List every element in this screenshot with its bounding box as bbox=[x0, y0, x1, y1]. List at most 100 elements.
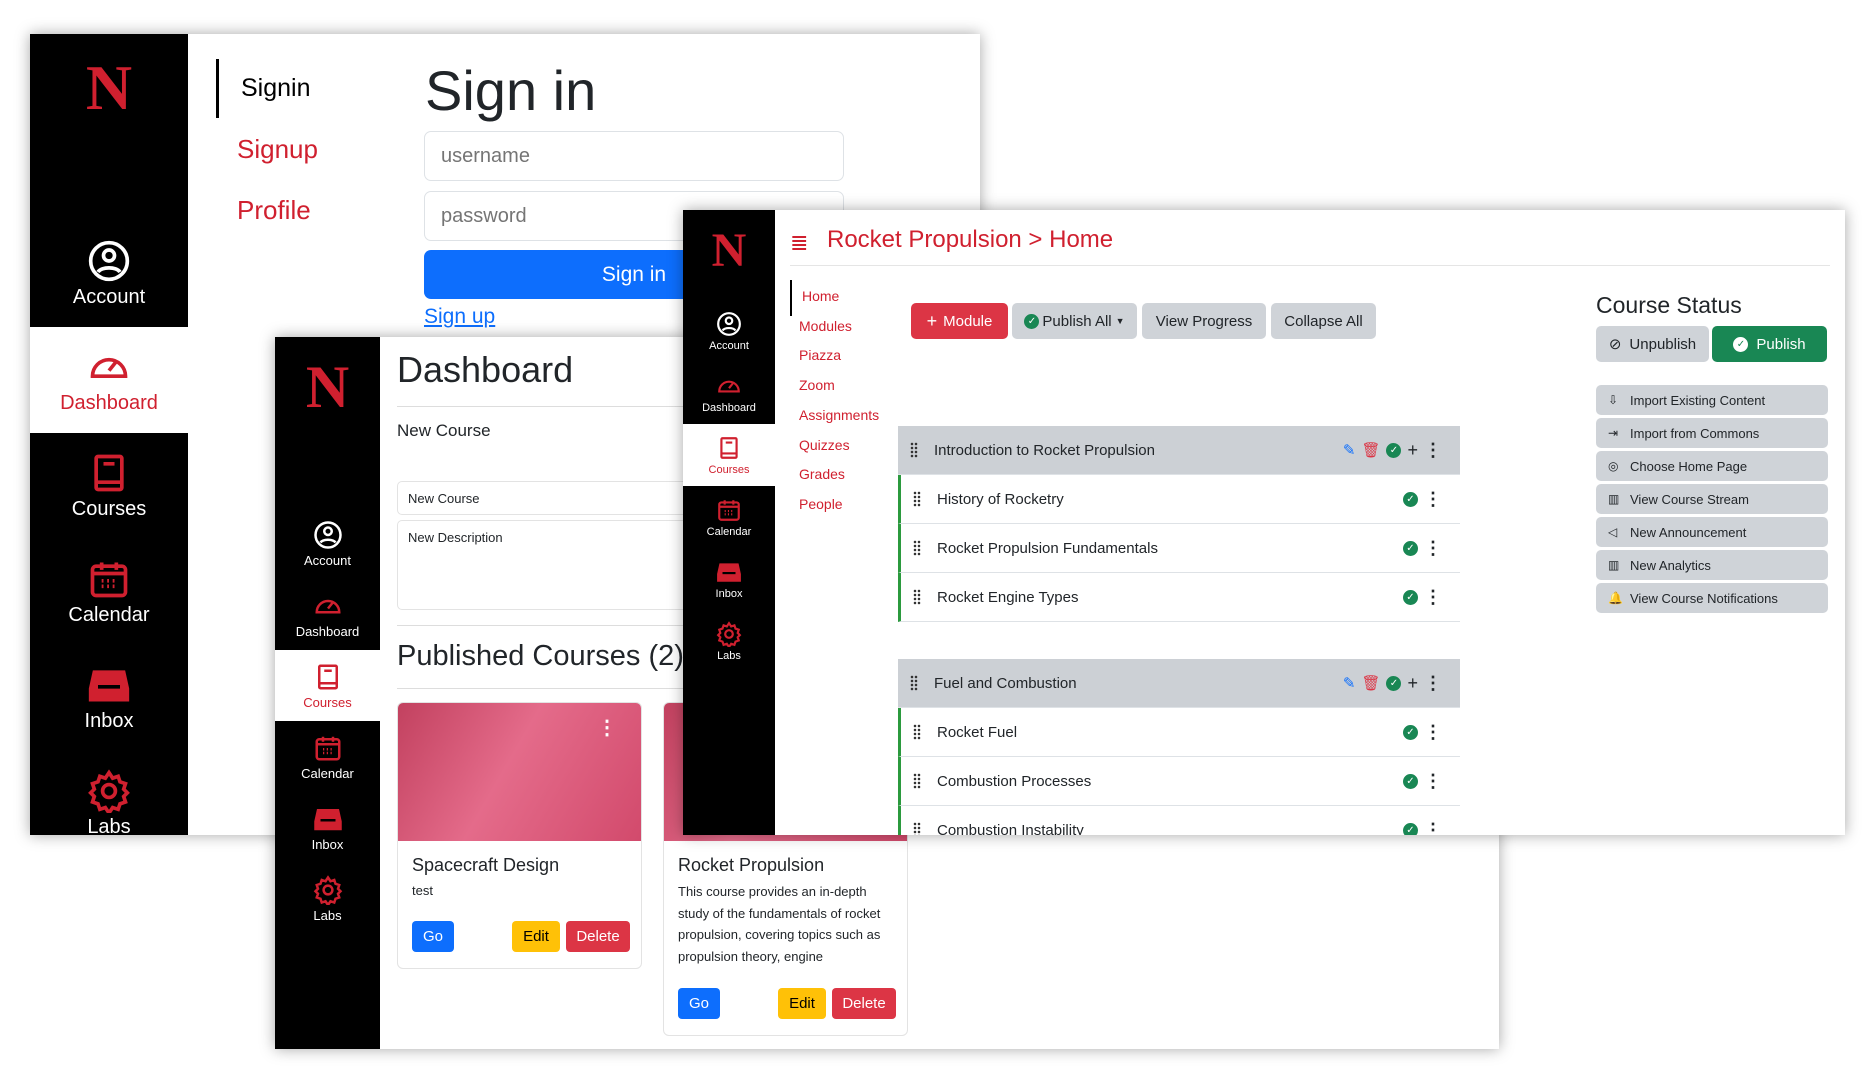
signup-link[interactable]: Sign up bbox=[424, 305, 495, 329]
sidebar-item-calendar[interactable]: Calendar bbox=[30, 539, 188, 645]
username-input[interactable] bbox=[424, 131, 844, 181]
add-module-button[interactable]: + Module bbox=[911, 303, 1008, 339]
sidebar-item-account[interactable]: Account bbox=[30, 221, 188, 327]
action-label: View Course Notifications bbox=[1630, 590, 1778, 606]
sidebar-item-dashboard[interactable]: Dashboard bbox=[683, 362, 775, 424]
lesson-row[interactable]: History of Rocketry ✓ ⋮ bbox=[898, 475, 1460, 524]
course-nav-people[interactable]: People bbox=[799, 496, 843, 512]
more-options-icon[interactable]: ⋮ bbox=[1424, 490, 1442, 508]
sidebar-item-dashboard[interactable]: Dashboard bbox=[275, 579, 380, 650]
check-circle-icon[interactable]: ✓ bbox=[1403, 724, 1418, 740]
check-circle-icon[interactable]: ✓ bbox=[1403, 491, 1418, 507]
module-header[interactable]: Introduction to Rocket Propulsion ✎ 🗑 ✓ + ⋮ bbox=[898, 426, 1460, 475]
lesson-row[interactable]: Combustion Processes ✓ ⋮ bbox=[898, 757, 1460, 806]
labs-icon bbox=[87, 769, 131, 813]
plus-icon[interactable]: + bbox=[1407, 440, 1418, 461]
action-choose-home-page-button[interactable]: ◎ Choose Home Page bbox=[1596, 451, 1828, 481]
more-options-icon[interactable]: ⋮ bbox=[1424, 772, 1442, 790]
lesson-row[interactable]: Rocket Engine Types ✓ ⋮ bbox=[898, 573, 1460, 622]
check-circle-icon[interactable]: ✓ bbox=[1403, 589, 1418, 605]
check-circle-icon[interactable]: ✓ bbox=[1403, 540, 1418, 556]
sidebar-item-label: Labs bbox=[87, 816, 131, 835]
edit-button[interactable]: Edit bbox=[512, 921, 560, 952]
sidebar-item-labs[interactable]: Labs bbox=[30, 751, 188, 835]
sidebar-item-inbox[interactable]: Inbox bbox=[275, 792, 380, 863]
course-nav-quizzes[interactable]: Quizzes bbox=[799, 437, 850, 453]
course-status-panel: Course Status ⊘ Unpublish ✓ Publish ⇩ Impor… bbox=[1596, 210, 1836, 835]
course-nav-piazza[interactable]: Piazza bbox=[799, 347, 841, 363]
delete-button[interactable]: Delete bbox=[566, 921, 630, 952]
course-nav-home[interactable]: Home bbox=[802, 288, 839, 304]
more-options-icon[interactable]: ⋮ bbox=[1424, 539, 1442, 557]
more-options-icon[interactable]: ⋮ bbox=[1424, 723, 1442, 741]
check-circle-icon[interactable]: ✓ bbox=[1386, 442, 1402, 458]
hamburger-icon[interactable]: ≣ bbox=[790, 230, 808, 256]
sidebar-item-labs[interactable]: Labs bbox=[683, 610, 775, 672]
check-circle-icon[interactable]: ✓ bbox=[1386, 675, 1402, 691]
more-options-icon[interactable]: ⋮ bbox=[1424, 588, 1442, 606]
action-import-existing-content-button[interactable]: ⇩ Import Existing Content bbox=[1596, 385, 1828, 415]
view-progress-button[interactable]: View Progress bbox=[1142, 303, 1266, 339]
course-card[interactable]: ⋮ Spacecraft Design test Go Edit Delete bbox=[397, 702, 642, 969]
course-nav-modules[interactable]: Modules bbox=[799, 318, 852, 334]
lesson-row[interactable]: Rocket Fuel ✓ ⋮ bbox=[898, 708, 1460, 757]
collapse-all-button[interactable]: Collapse All bbox=[1271, 303, 1376, 339]
subnav-signup[interactable]: Signup bbox=[237, 134, 318, 165]
go-button[interactable]: Go bbox=[678, 988, 720, 1019]
drag-handle-icon[interactable] bbox=[913, 589, 921, 605]
sidebar-item-account[interactable]: Account bbox=[683, 300, 775, 362]
unpublish-label: Unpublish bbox=[1629, 335, 1697, 353]
drag-handle-icon[interactable] bbox=[910, 442, 918, 458]
drag-handle-icon[interactable] bbox=[913, 491, 921, 507]
subnav-signin[interactable]: Signin bbox=[241, 74, 311, 103]
drag-handle-icon[interactable] bbox=[913, 822, 921, 835]
sidebar-item-labs[interactable]: Labs bbox=[275, 863, 380, 934]
sidebar-item-calendar[interactable]: Calendar bbox=[683, 486, 775, 548]
delete-button[interactable]: Delete bbox=[832, 988, 896, 1019]
more-options-icon[interactable]: ⋮ bbox=[1424, 441, 1442, 459]
action-import-from-commons-button[interactable]: ⇥ Import from Commons bbox=[1596, 418, 1828, 448]
sidebar-item-inbox[interactable]: Inbox bbox=[683, 548, 775, 610]
action-new-analytics-button[interactable]: ▥ New Analytics bbox=[1596, 550, 1828, 580]
go-button[interactable]: Go bbox=[412, 921, 454, 952]
card-menu-icon[interactable]: ⋮ bbox=[597, 715, 617, 740]
drag-handle-icon[interactable] bbox=[913, 773, 921, 789]
drag-handle-icon[interactable] bbox=[913, 724, 921, 740]
lesson-row[interactable]: Combustion Instability ✓ ⋮ bbox=[898, 806, 1460, 835]
sidebar-item-inbox[interactable]: Inbox bbox=[30, 645, 188, 751]
sidebar-item-courses[interactable]: Courses bbox=[275, 650, 380, 721]
course-nav-zoom[interactable]: Zoom bbox=[799, 377, 835, 393]
edit-pencil-icon[interactable]: ✎ bbox=[1343, 441, 1356, 459]
sidebar-item-calendar[interactable]: Calendar bbox=[275, 721, 380, 792]
trash-icon[interactable]: 🗑 bbox=[1361, 674, 1380, 692]
edit-pencil-icon[interactable]: ✎ bbox=[1343, 674, 1356, 692]
trash-icon[interactable]: 🗑 bbox=[1361, 441, 1380, 459]
action-new-announcement-button[interactable]: ◁ New Announcement bbox=[1596, 517, 1828, 547]
module-header[interactable]: Fuel and Combustion ✎ 🗑 ✓ + ⋮ bbox=[898, 659, 1460, 708]
more-options-icon[interactable]: ⋮ bbox=[1424, 674, 1442, 692]
edit-button[interactable]: Edit bbox=[778, 988, 826, 1019]
lesson-row[interactable]: Rocket Propulsion Fundamentals ✓ ⋮ bbox=[898, 524, 1460, 573]
more-options-icon[interactable]: ⋮ bbox=[1424, 821, 1442, 835]
course-nav-grades[interactable]: Grades bbox=[799, 466, 845, 482]
drag-handle-icon[interactable] bbox=[910, 675, 918, 691]
course-description-input[interactable]: New Description bbox=[397, 520, 697, 610]
sidebar-item-courses[interactable]: Courses bbox=[30, 433, 188, 539]
sidebar-item-label: Calendar bbox=[706, 525, 752, 538]
drag-handle-icon[interactable] bbox=[913, 540, 921, 556]
course-name-input[interactable]: New Course bbox=[397, 481, 697, 515]
action-view-course-notifications-button[interactable]: 🔔 View Course Notifications bbox=[1596, 583, 1828, 613]
sidebar-item-courses[interactable]: Courses bbox=[683, 424, 775, 486]
sidebar-item-account[interactable]: Account bbox=[275, 508, 380, 579]
check-circle-icon[interactable]: ✓ bbox=[1403, 822, 1418, 835]
plus-icon[interactable]: + bbox=[1407, 673, 1418, 694]
publish-button[interactable]: ✓ Publish bbox=[1712, 326, 1827, 362]
action-view-course-stream-button[interactable]: ▥ View Course Stream bbox=[1596, 484, 1828, 514]
course-nav-assignments[interactable]: Assignments bbox=[799, 407, 879, 423]
subnav-profile[interactable]: Profile bbox=[237, 195, 311, 226]
sidebar-item-dashboard[interactable]: Dashboard bbox=[30, 327, 188, 433]
publish-all-button[interactable]: ✓ Publish All ▼ bbox=[1012, 303, 1137, 339]
megaphone-icon: ◁ bbox=[1608, 525, 1618, 539]
check-circle-icon[interactable]: ✓ bbox=[1403, 773, 1418, 789]
unpublish-button[interactable]: ⊘ Unpublish bbox=[1596, 326, 1709, 362]
